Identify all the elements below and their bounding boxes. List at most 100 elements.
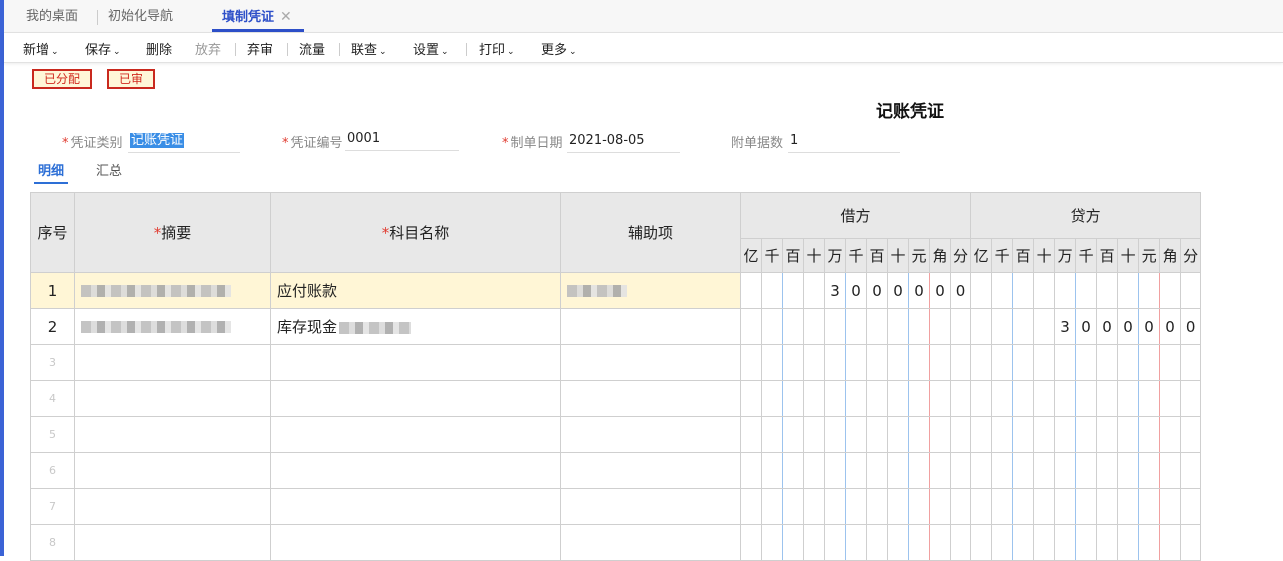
aux-cell[interactable] — [560, 452, 741, 489]
credit-digit[interactable] — [1159, 344, 1182, 381]
credit-digit[interactable] — [1054, 416, 1077, 453]
credit-digit[interactable] — [1117, 452, 1140, 489]
debit-digit[interactable]: 0 — [845, 272, 867, 309]
debit-digit[interactable] — [887, 452, 909, 489]
table-row[interactable]: 3 — [30, 344, 1202, 381]
credit-digit[interactable] — [1012, 416, 1035, 453]
debit-digit[interactable] — [908, 488, 930, 525]
debit-digit[interactable] — [782, 488, 804, 525]
debit-digit[interactable] — [929, 416, 951, 453]
credit-digit[interactable] — [1075, 452, 1098, 489]
debit-digit[interactable]: 3 — [824, 272, 846, 309]
debit-digit[interactable] — [803, 344, 825, 381]
credit-digit[interactable] — [991, 416, 1014, 453]
credit-digit[interactable] — [1117, 272, 1140, 309]
debit-digit[interactable] — [803, 272, 825, 309]
debit-digit[interactable] — [761, 488, 783, 525]
tab-my-desktop[interactable]: 我的桌面 — [26, 8, 78, 32]
debit-digit[interactable] — [908, 308, 930, 345]
credit-digit[interactable] — [1096, 416, 1119, 453]
debit-digit[interactable] — [782, 452, 804, 489]
debit-digit[interactable] — [824, 380, 846, 417]
debit-digit[interactable] — [782, 344, 804, 381]
discard-button[interactable]: 放弃 — [195, 39, 221, 58]
linked-query-button[interactable]: 联查 ⌄ — [351, 39, 387, 58]
debit-digit[interactable] — [782, 308, 804, 345]
debit-digit[interactable] — [761, 452, 783, 489]
debit-digit[interactable] — [824, 344, 846, 381]
credit-digit[interactable] — [1033, 272, 1056, 309]
debit-digit[interactable] — [845, 380, 867, 417]
debit-digit[interactable] — [908, 380, 930, 417]
debit-digit[interactable] — [929, 344, 951, 381]
account-cell[interactable] — [270, 524, 561, 561]
debit-digit[interactable] — [761, 416, 783, 453]
debit-digit[interactable] — [887, 524, 909, 561]
debit-digit[interactable] — [740, 380, 762, 417]
credit-digit[interactable] — [970, 452, 993, 489]
credit-digit[interactable] — [1096, 524, 1119, 561]
credit-digit[interactable] — [1075, 380, 1098, 417]
debit-digit[interactable] — [740, 308, 762, 345]
summary-cell[interactable] — [74, 344, 271, 381]
summary-cell[interactable] — [74, 380, 271, 417]
credit-digit[interactable] — [1054, 380, 1077, 417]
credit-digit[interactable] — [1138, 380, 1161, 417]
debit-digit[interactable] — [866, 524, 888, 561]
debit-digit[interactable] — [803, 416, 825, 453]
credit-digit[interactable] — [991, 380, 1014, 417]
debit-digit[interactable] — [761, 344, 783, 381]
debit-digit[interactable] — [866, 488, 888, 525]
unaudit-button[interactable]: 弃审 — [247, 39, 273, 58]
debit-digit[interactable] — [949, 416, 972, 453]
debit-digit[interactable] — [740, 488, 762, 525]
credit-digit[interactable] — [1012, 272, 1035, 309]
credit-digit[interactable] — [1054, 488, 1077, 525]
account-cell[interactable]: 库存现金 — [270, 308, 561, 345]
credit-digit[interactable] — [1096, 452, 1119, 489]
debit-digit[interactable] — [949, 308, 972, 345]
credit-digit[interactable] — [1054, 524, 1077, 561]
debit-digit[interactable] — [866, 308, 888, 345]
credit-digit[interactable] — [1180, 344, 1202, 381]
credit-digit[interactable] — [970, 344, 993, 381]
debit-digit[interactable] — [949, 380, 972, 417]
debit-digit[interactable] — [845, 344, 867, 381]
voucher-date-field[interactable]: 2021-08-05 — [567, 131, 680, 153]
credit-digit[interactable] — [1180, 416, 1202, 453]
debit-digit[interactable] — [782, 416, 804, 453]
credit-digit[interactable] — [1012, 344, 1035, 381]
credit-digit[interactable] — [1012, 308, 1035, 345]
credit-digit[interactable] — [1138, 524, 1161, 561]
credit-digit[interactable] — [1180, 524, 1202, 561]
debit-digit[interactable] — [887, 380, 909, 417]
table-row[interactable]: 1 应付账款 3 0 0 0 0 0 0 — [30, 272, 1202, 309]
debit-digit[interactable] — [887, 308, 909, 345]
debit-digit[interactable] — [824, 416, 846, 453]
credit-digit[interactable] — [1138, 344, 1161, 381]
credit-digit[interactable] — [1033, 488, 1056, 525]
credit-digit[interactable] — [1033, 308, 1056, 345]
debit-digit[interactable] — [887, 488, 909, 525]
aux-cell[interactable] — [560, 272, 741, 309]
tab-summary[interactable]: 汇总 — [96, 160, 122, 184]
cashflow-button[interactable]: 流量 — [299, 39, 325, 58]
debit-digit[interactable] — [803, 380, 825, 417]
settings-button[interactable]: 设置 ⌄ — [413, 39, 449, 58]
credit-digit[interactable] — [1012, 452, 1035, 489]
credit-digit[interactable] — [1075, 488, 1098, 525]
credit-digit[interactable] — [1012, 488, 1035, 525]
debit-digit[interactable] — [866, 344, 888, 381]
debit-digit[interactable] — [845, 452, 867, 489]
debit-digit[interactable] — [887, 416, 909, 453]
debit-digit[interactable] — [824, 452, 846, 489]
debit-digit[interactable] — [929, 380, 951, 417]
debit-digit[interactable] — [803, 308, 825, 345]
credit-digit[interactable] — [970, 416, 993, 453]
credit-digit[interactable] — [1033, 452, 1056, 489]
credit-digit[interactable] — [1012, 380, 1035, 417]
account-cell[interactable]: 应付账款 — [270, 272, 561, 309]
credit-digit[interactable]: 0 — [1117, 308, 1140, 345]
credit-digit[interactable] — [1180, 272, 1202, 309]
debit-digit[interactable] — [740, 452, 762, 489]
